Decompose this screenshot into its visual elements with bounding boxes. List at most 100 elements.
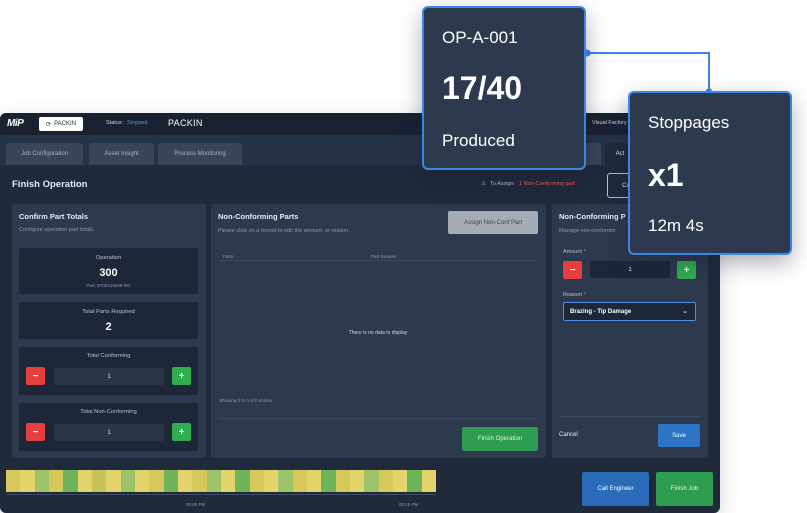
finish-job-button[interactable]: Finish Job [656, 472, 713, 506]
column-header-parts[interactable]: Parts [223, 254, 234, 259]
timeline-segment[interactable] [91, 470, 107, 492]
stoppages-label: Stoppages [648, 113, 730, 132]
timeline-segment[interactable] [378, 470, 393, 492]
reason-field-label: Reason * [563, 292, 586, 298]
stoppages-popup: Stoppages x1 12m 4s [628, 91, 792, 255]
timeline-segment[interactable] [392, 470, 408, 492]
warning-icon: ⚠ [481, 181, 486, 187]
refresh-icon: ⟳ [46, 121, 52, 128]
total-required-card: Total Parts Required 2 [19, 302, 198, 339]
station-switch-label: PACKIN [54, 121, 76, 127]
timeline-tick-2: 00:15 PM [399, 502, 419, 507]
amount-input[interactable]: 1 [590, 261, 670, 278]
timeline-segment[interactable] [34, 470, 49, 492]
operation-card: Operation 300 Part: 5T00215949-RG [19, 248, 198, 294]
required-label: Total Parts Required [82, 309, 135, 315]
operation-id: OP-A-001 [442, 28, 518, 47]
conforming-decrement-button[interactable]: − [26, 367, 45, 385]
conforming-quantity-input[interactable]: 1 [54, 368, 164, 385]
timeline-segment[interactable] [364, 470, 379, 492]
timeline-segment[interactable] [48, 470, 64, 492]
timeline-segment[interactable] [249, 470, 264, 492]
timeline-segment[interactable] [220, 470, 236, 492]
operation-label: Operation [95, 255, 122, 261]
timeline-segment[interactable] [120, 470, 135, 492]
station-name: PACKIN [168, 118, 203, 128]
empty-table-message: There is no data to display [348, 330, 408, 336]
confirm-panel-title: Confirm Part Totals [19, 212, 89, 221]
timeline-segment[interactable] [6, 470, 21, 492]
assign-nonconf-part-button[interactable]: Assign Non-Conf Part [448, 211, 538, 234]
confirm-panel-subtitle: Configure operation part totals. [19, 227, 95, 233]
nonconforming-label: Total Non-Conforming [80, 409, 137, 415]
cancel-button[interactable]: Cancel [559, 432, 578, 438]
top-bar: MiP ⟳ PACKIN Status: Stopped PACKIN Visu… [0, 113, 720, 135]
timeline-tick-1: 00:00 PM [186, 502, 206, 507]
timeline-segment[interactable] [177, 470, 193, 492]
timeline-segment[interactable] [235, 470, 250, 492]
tab-process-monitoring[interactable]: Process Monitoring [158, 143, 242, 165]
timeline-segment[interactable] [263, 470, 279, 492]
timeline-segment[interactable] [163, 470, 178, 492]
reason-select-value: Brazing - Tip Damage [570, 308, 632, 315]
production-timeline[interactable] [6, 470, 436, 492]
app-logo: MiP [7, 118, 24, 129]
column-header-part-reason[interactable]: Part Reason [371, 254, 396, 259]
chevron-down-icon: ⌄ [682, 308, 688, 315]
assign-value: 1 Non-Conforming part [519, 181, 575, 187]
tab-bar: Job Configuration Asset Insight Process … [0, 135, 720, 165]
status-value: Stopped [127, 120, 148, 126]
assign-label: To Assign: [489, 181, 516, 187]
timeline-segment[interactable] [106, 470, 121, 492]
save-button[interactable]: Save [658, 424, 700, 447]
reason-select[interactable]: Brazing - Tip Damage ⌄ [563, 302, 696, 321]
nonconf-panel-title: Non-Conforming Parts [218, 212, 299, 221]
produced-popup: OP-A-001 17/40 Produced [422, 6, 586, 170]
nonconforming-decrement-button[interactable]: − [26, 423, 45, 441]
part-number: Part: 5T00215949-RG [86, 283, 131, 288]
timeline-segment[interactable] [63, 470, 78, 492]
detail-panel-subtitle: Manage non-conformin [559, 228, 616, 234]
tab-asset-insight[interactable]: Asset Insight [89, 143, 154, 165]
timeline-segment[interactable] [20, 470, 35, 492]
timeline-segment[interactable] [292, 470, 307, 492]
station-switch-button[interactable]: ⟳ PACKIN [39, 117, 83, 131]
timeline-segment[interactable] [407, 470, 422, 492]
page-title: Finish Operation [12, 179, 88, 190]
timeline-segment[interactable] [321, 470, 336, 492]
table-header-divider [219, 260, 537, 261]
assign-warning: ⚠ To Assign: 1 Non-Conforming part [481, 181, 575, 187]
produced-count: 17/40 [442, 70, 523, 106]
produced-label: Produced [442, 131, 515, 150]
amount-field-label: Amount * [563, 249, 586, 255]
operation-value: 300 [99, 267, 118, 279]
timeline-axis [6, 494, 436, 495]
timeline-segment[interactable] [149, 470, 164, 492]
amount-increment-button[interactable]: + [677, 261, 696, 279]
required-value: 2 [105, 321, 112, 333]
timeline-segment[interactable] [349, 470, 365, 492]
timeline-segment[interactable] [421, 470, 436, 492]
detail-divider [559, 416, 700, 417]
nonconforming-quantity-input[interactable]: 1 [54, 424, 164, 441]
visual-factory-link[interactable]: Visual Factory [592, 120, 627, 126]
amount-decrement-button[interactable]: − [563, 261, 582, 279]
table-entries-count: Showing 0 to 0 of 0 entries [219, 398, 273, 403]
detail-panel-title: Non-Conforming P [559, 212, 626, 221]
timeline-segment[interactable] [335, 470, 350, 492]
stoppages-count: x1 [648, 157, 684, 193]
conforming-increment-button[interactable]: + [172, 367, 191, 385]
nonconforming-increment-button[interactable]: + [172, 423, 191, 441]
timeline-segment[interactable] [192, 470, 207, 492]
status-label: Status: [106, 120, 124, 126]
conforming-label: Total Conforming [86, 353, 131, 359]
timeline-segment[interactable] [77, 470, 92, 492]
timeline-segment[interactable] [134, 470, 150, 492]
finish-operation-button[interactable]: Finish Operation [462, 427, 538, 451]
tab-job-configuration[interactable]: Job Configuration [6, 143, 83, 165]
nonconf-panel-subtitle: Please click on a record to edit the amo… [218, 228, 350, 234]
timeline-segment[interactable] [306, 470, 322, 492]
timeline-segment[interactable] [278, 470, 293, 492]
timeline-segment[interactable] [206, 470, 221, 492]
call-engineer-button[interactable]: Call Engineer [582, 472, 649, 506]
